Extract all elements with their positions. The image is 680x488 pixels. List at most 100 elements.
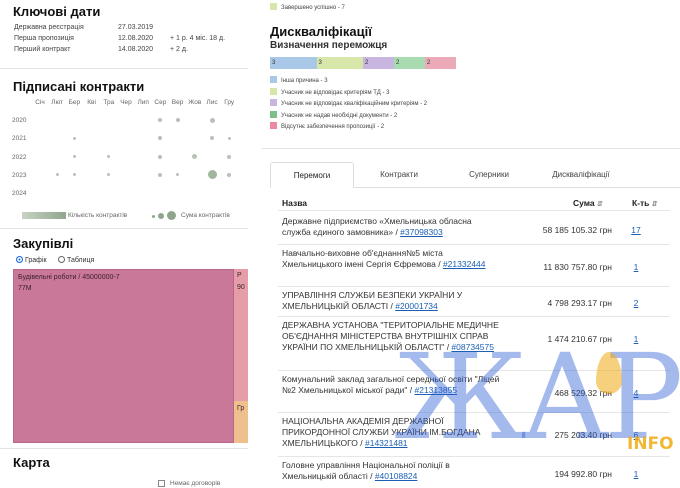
disqualification-legend-item: Відсутнє забезпечення пропозиції - 2 [270, 122, 384, 130]
table-row-name: Державне підприємство «Хмельницька облас… [282, 216, 500, 238]
radio-selected-icon [16, 256, 23, 263]
month-label: Кві [87, 99, 96, 106]
disqualification-bar-segment[interactable]: 2 [363, 57, 394, 69]
row-divider [278, 244, 670, 245]
sum-legend-dot-medium [158, 213, 164, 219]
table-row-name: Навчально-виховне об'єднання№5 міста Хме… [282, 248, 500, 270]
disqualification-bar-segment[interactable]: 2 [394, 57, 425, 69]
contract-dot[interactable] [207, 170, 217, 180]
sum-legend-dot-small [152, 215, 155, 218]
contract-dot[interactable] [192, 154, 198, 160]
table-row-name: Комунальний заклад загальної середньої о… [282, 374, 500, 396]
table-row-count-link[interactable]: 1 [626, 469, 646, 479]
buyer-code-link[interactable]: #21313855 [415, 385, 458, 395]
contract-dot[interactable] [175, 118, 180, 122]
table-row-sum: 11 830 757.80 грн [543, 262, 612, 272]
key-date-value: 14.08.2020 [118, 46, 154, 53]
legend-label: Інша причина - 3 [281, 78, 328, 84]
table-row-name: НАЦІОНАЛЬНА АКАДЕМІЯ ДЕРЖАВНОЇ ПРИКОРДОН… [282, 416, 500, 449]
year-label: 2022 [12, 153, 27, 161]
contract-dot[interactable] [210, 136, 214, 141]
contract-dot[interactable] [72, 136, 76, 140]
table-row-name: УПРАВЛІННЯ СЛУЖБИ БЕЗПЕКИ УКРАЇНИ У ХМЕЛ… [282, 290, 500, 312]
tab-contracts[interactable]: Контракти [354, 162, 444, 188]
sum-legend-label: Сума контрактів [181, 212, 230, 219]
contract-dot[interactable] [227, 136, 231, 140]
table-row-count-link[interactable]: 2 [626, 298, 646, 308]
disqualification-bar-segment[interactable]: 2 [425, 57, 456, 69]
divider [0, 228, 248, 229]
row-divider [278, 412, 670, 413]
contract-dot[interactable] [158, 172, 163, 177]
row-divider [278, 316, 670, 317]
buyer-code-link[interactable]: #21332444 [443, 259, 486, 269]
month-label: Лис [206, 99, 218, 106]
buyer-code-link[interactable]: #20001734 [395, 301, 438, 311]
month-label: Лют [51, 99, 64, 106]
column-header-count[interactable]: К-ть ⇵ [632, 198, 658, 208]
year-label: 2021 [12, 135, 27, 143]
table-row-name: ДЕРЖАВНА УСТАНОВА "ТЕРИТОРІАЛЬНЕ МЕДИЧНЕ… [282, 320, 500, 353]
table-row-sum: 194 992.80 грн [554, 469, 612, 479]
divider [0, 68, 248, 69]
sort-icon: ⇵ [651, 201, 658, 208]
contract-dot[interactable] [158, 136, 163, 141]
legend-swatch [270, 87, 277, 95]
contract-dot[interactable] [72, 173, 76, 177]
contract-dot[interactable] [227, 154, 232, 159]
table-row-count-link[interactable]: 4 [626, 388, 646, 398]
contract-dot[interactable] [107, 173, 111, 177]
contract-dot[interactable] [176, 173, 180, 177]
contract-dot[interactable] [227, 172, 232, 177]
column-header-name[interactable]: Назва [282, 198, 307, 208]
table-row-sum: 275 203.40 грн [554, 430, 612, 440]
completed-legend-item: Завершено успішно - 7 [270, 3, 345, 11]
row-divider [278, 286, 670, 287]
contract-dot[interactable] [107, 155, 111, 159]
buyer-code-link[interactable]: #14321481 [365, 438, 408, 448]
contract-dot[interactable] [55, 173, 59, 177]
table-row-count-link[interactable]: 6 [626, 430, 646, 440]
tab-victories[interactable]: Перемоги [270, 162, 354, 188]
treemap-cell-label: Будівельні роботи / 45000000-7 [18, 274, 120, 281]
key-date-value: 27.03.2019 [118, 24, 154, 31]
legend-label: Учасник не відповідає кваліфікаційним кр… [281, 101, 428, 107]
contract-dot[interactable] [72, 155, 76, 159]
completed-legend-label: Завершено успішно - 7 [281, 5, 345, 11]
table-row-count-link[interactable]: 17 [626, 225, 646, 235]
treemap-cell-construction[interactable]: Будівельні роботи / 45000000-7 77M [13, 269, 234, 443]
buyer-code-link[interactable]: #40108824 [375, 471, 418, 481]
column-header-sum[interactable]: Сума ⇵ [573, 198, 603, 208]
disqualification-bar-segment[interactable]: 3 [316, 57, 363, 69]
table-row-count-link[interactable]: 1 [626, 262, 646, 272]
key-date-diff: + 2 д. [170, 46, 188, 53]
map-title: Карта [13, 455, 50, 470]
no-contracts-checkbox[interactable] [158, 480, 165, 487]
tab-disqualifications[interactable]: Дискваліфікації [534, 162, 628, 188]
right-column: Завершено успішно - 7 Дискваліфікації Ви… [262, 0, 680, 488]
buyer-code-link[interactable]: #37098303 [400, 227, 443, 237]
key-date-label: Перший контракт [14, 46, 71, 53]
disqualification-bar-segment[interactable]: 3 [270, 57, 317, 69]
contract-dot[interactable] [158, 154, 163, 159]
buyer-code-link[interactable]: #08734575 [451, 342, 494, 352]
treemap-side-value: 90 [237, 284, 245, 291]
view-table-radio[interactable]: Таблиця [58, 256, 94, 264]
year-label: 2023 [12, 171, 27, 179]
table-row-count-link[interactable]: 1 [626, 334, 646, 344]
sort-icon: ⇵ [597, 201, 603, 208]
tab-competitors[interactable]: Суперники [444, 162, 534, 188]
legend-swatch [270, 99, 277, 106]
contract-dot[interactable] [209, 117, 215, 123]
month-label: Жов [188, 99, 202, 106]
row-divider [278, 370, 670, 371]
month-label: Січ [35, 99, 45, 106]
view-graph-radio[interactable]: Графік [16, 256, 47, 264]
signed-contracts-title: Підписані контракти [13, 79, 145, 94]
contract-dot[interactable] [158, 118, 163, 122]
month-label: Чер [120, 99, 132, 106]
legend-swatch [270, 110, 277, 118]
table-row-sum: 58 185 105.32 грн [542, 225, 612, 235]
disqualification-legend-item: Учасник не відповідає критеріям ТД - 3 [270, 87, 389, 96]
buyer-name: Державне підприємство «Хмельницька облас… [282, 216, 472, 237]
